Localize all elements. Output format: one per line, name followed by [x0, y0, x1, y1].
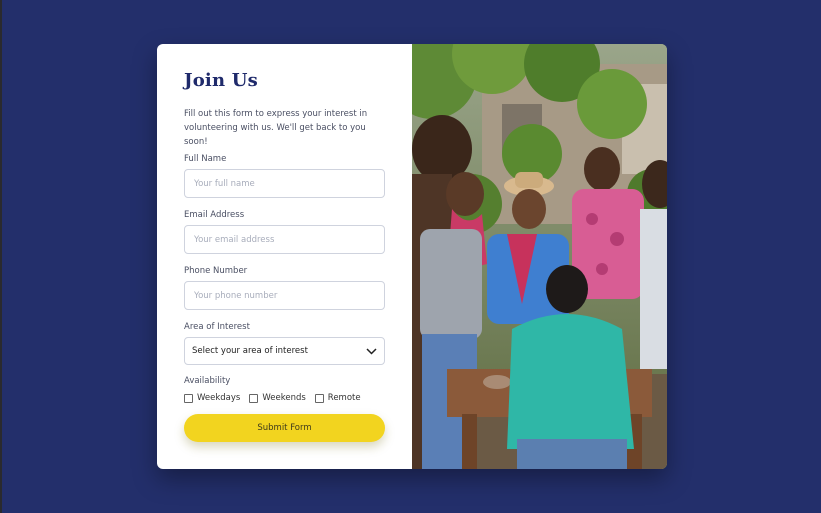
volunteers-photo: [412, 44, 667, 469]
checkbox-icon: [184, 393, 193, 403]
checkbox-remote-label: Remote: [327, 393, 361, 403]
interest-select-value: Select your area of interest: [192, 346, 308, 356]
checkbox-icon: [314, 393, 324, 403]
availability-label: Availability: [184, 376, 231, 386]
form-panel: Join Us Fill out this form to express yo…: [157, 44, 412, 469]
email-input[interactable]: [184, 225, 385, 254]
interest-select[interactable]: Select your area of interest: [184, 337, 385, 365]
interest-label: Area of Interest: [184, 322, 250, 332]
checkbox-weekends-label: Weekends: [262, 393, 306, 403]
checkbox-weekdays-label: Weekdays: [197, 393, 241, 403]
checkbox-weekdays[interactable]: Weekdays: [184, 393, 240, 403]
checkbox-icon: [249, 393, 259, 403]
checkbox-remote[interactable]: Remote: [314, 393, 361, 403]
availability-options: Weekdays Weekends Remote: [184, 393, 370, 403]
submit-button[interactable]: Submit Form: [184, 414, 385, 442]
phone-label: Phone Number: [184, 266, 248, 276]
email-label: Email Address: [184, 210, 245, 220]
intro-text: Fill out this form to express your inter…: [184, 109, 368, 147]
signup-card: Join Us Fill out this form to express yo…: [157, 44, 667, 469]
phone-input[interactable]: [184, 281, 385, 310]
full-name-label: Full Name: [184, 154, 227, 164]
chevron-down-icon: [366, 347, 377, 355]
checkbox-weekends[interactable]: Weekends: [249, 393, 306, 403]
page-title: Join Us: [184, 70, 258, 91]
volunteers-photo-illustration: [412, 44, 667, 469]
window-edge: [0, 0, 2, 513]
full-name-input[interactable]: [184, 169, 385, 198]
